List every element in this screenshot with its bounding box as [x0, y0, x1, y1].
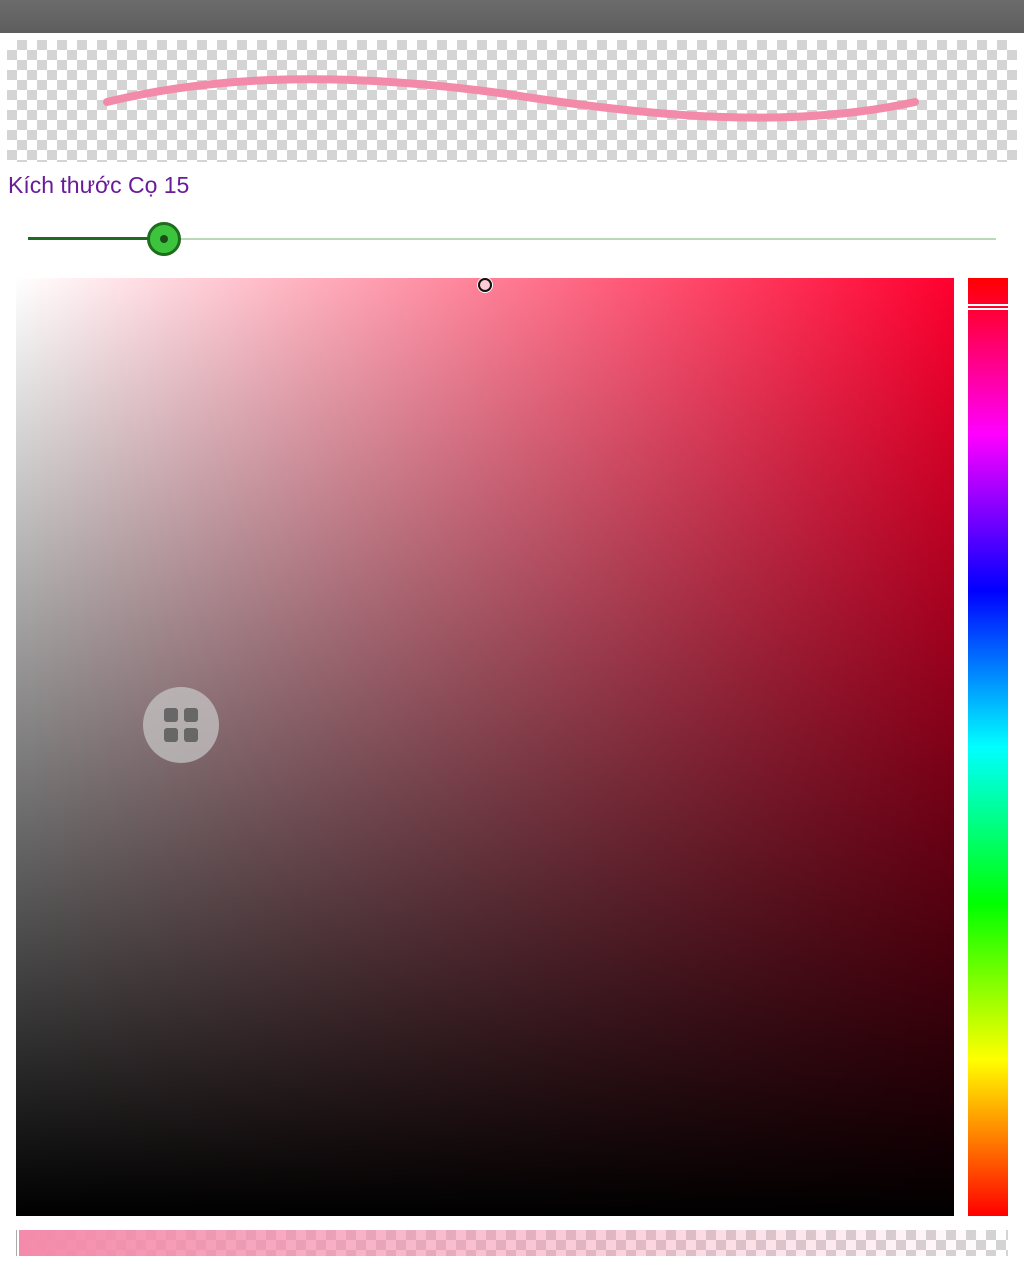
- brush-size-label: Kích thước Cọ 15: [8, 172, 190, 198]
- hue-marker[interactable]: [967, 303, 1009, 310]
- status-bar: [0, 0, 1024, 33]
- color-cursor[interactable]: [478, 278, 492, 292]
- brush-stroke: [103, 75, 919, 122]
- brush-stroke-svg: [103, 75, 919, 122]
- alpha-slider[interactable]: [16, 1230, 1008, 1256]
- alpha-marker[interactable]: [16, 1230, 19, 1256]
- hue-slider[interactable]: [967, 278, 1009, 1216]
- brush-size-slider[interactable]: [28, 222, 996, 258]
- slider-thumb-dot: [160, 235, 169, 243]
- grid-icon: [164, 708, 198, 742]
- brush-stroke-preview: [7, 40, 1017, 162]
- slider-thumb[interactable]: [147, 222, 182, 256]
- floating-menu-button[interactable]: [143, 687, 219, 763]
- alpha-gradient: [16, 1230, 1008, 1256]
- slider-fill: [28, 237, 165, 240]
